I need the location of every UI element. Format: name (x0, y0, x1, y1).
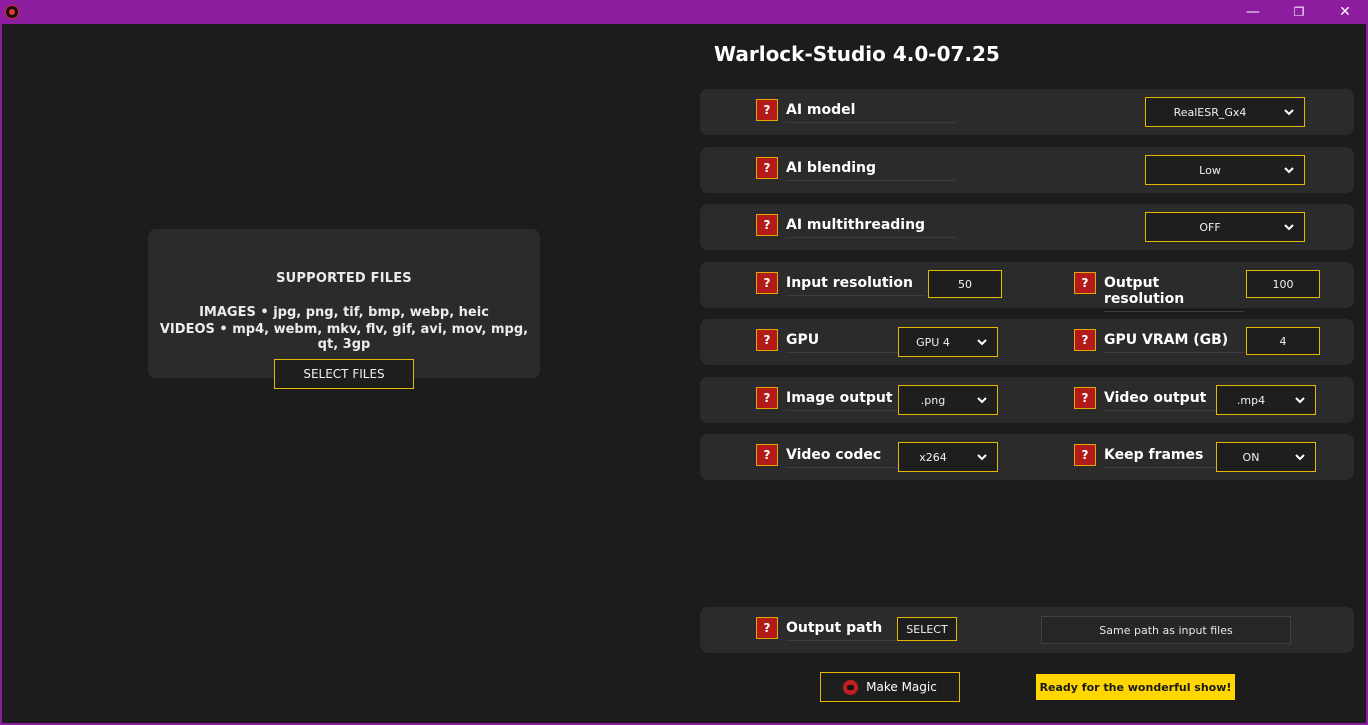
settings-row-output-path: ? Output path SELECT Same path as input … (700, 607, 1354, 653)
ai-model-label: AI model (786, 102, 956, 123)
settings-row-output-format: ? Image output .png ? Video output .mp4 (700, 377, 1354, 423)
keep-frames-label: Keep frames (1104, 447, 1216, 468)
help-video-output-button[interactable]: ? (1074, 387, 1096, 409)
help-ai-model-button[interactable]: ? (756, 99, 778, 121)
minimize-button[interactable]: — (1230, 0, 1276, 24)
maximize-button[interactable]: ❐ (1276, 0, 1322, 24)
video-output-value: .mp4 (1236, 393, 1266, 407)
settings-row-video: ? Video codec x264 ? Keep frames ON (700, 434, 1354, 480)
output-path-label: Output path (786, 620, 896, 641)
output-resolution-field[interactable]: 100 (1246, 270, 1320, 298)
input-resolution-field[interactable]: 50 (928, 270, 1002, 298)
chevron-down-icon (1280, 166, 1298, 174)
output-path-display: Same path as input files (1041, 616, 1291, 644)
supported-videos-text: VIDEOS • mp4, webm, mkv, flv, gif, avi, … (159, 322, 529, 352)
window-titlebar[interactable]: — ❐ ✕ (0, 0, 1368, 24)
ai-model-value: RealESR_Gx4 (1173, 105, 1247, 119)
make-magic-button[interactable]: Make Magic (820, 672, 960, 702)
help-ai-blending-button[interactable]: ? (756, 157, 778, 179)
video-codec-dropdown[interactable]: x264 (898, 442, 998, 472)
ai-blending-dropdown[interactable]: Low (1145, 155, 1305, 185)
chevron-down-icon (1291, 396, 1309, 404)
chevron-down-icon (973, 453, 991, 461)
settings-row-gpu: ? GPU GPU 4 ? GPU VRAM (GB) 4 (700, 319, 1354, 365)
output-resolution-label: Output resolution (1104, 275, 1244, 312)
video-output-label: Video output (1104, 390, 1216, 411)
app-title: Warlock-Studio 4.0-07.25 (714, 42, 1000, 66)
ai-multithreading-dropdown[interactable]: OFF (1145, 212, 1305, 242)
chevron-down-icon (973, 338, 991, 346)
ai-blending-value: Low (1199, 163, 1221, 177)
settings-row-resolution: ? Input resolution 50 ? Output resolutio… (700, 262, 1354, 312)
image-output-dropdown[interactable]: .png (898, 385, 998, 415)
video-codec-label: Video codec (786, 447, 906, 468)
help-gpu-vram-button[interactable]: ? (1074, 329, 1096, 351)
settings-row-ai-model: ? AI model RealESR_Gx4 (700, 89, 1354, 135)
supported-images-text: IMAGES • jpg, png, tif, bmp, webp, heic (199, 305, 489, 320)
ai-multithreading-value: OFF (1199, 220, 1221, 234)
supported-files-title: SUPPORTED FILES (276, 271, 412, 286)
help-keep-frames-button[interactable]: ? (1074, 444, 1096, 466)
chevron-down-icon (1280, 223, 1298, 231)
chevron-down-icon (973, 396, 991, 404)
ai-blending-label: AI blending (786, 160, 956, 181)
image-output-label: Image output (786, 390, 906, 411)
chevron-down-icon (1291, 453, 1309, 461)
make-magic-label: Make Magic (866, 680, 937, 694)
image-output-value: .png (920, 393, 946, 407)
gpu-vram-field[interactable]: 4 (1246, 327, 1320, 355)
ai-model-dropdown[interactable]: RealESR_Gx4 (1145, 97, 1305, 127)
warlock-logo-icon (843, 679, 859, 695)
help-image-output-button[interactable]: ? (756, 387, 778, 409)
app-logo-icon (5, 5, 19, 19)
help-video-codec-button[interactable]: ? (756, 444, 778, 466)
chevron-down-icon (1280, 108, 1298, 116)
status-message: Ready for the wonderful show! (1036, 674, 1235, 700)
video-codec-value: x264 (919, 450, 947, 464)
file-drop-zone[interactable]: SUPPORTED FILES IMAGES • jpg, png, tif, … (148, 229, 540, 378)
settings-row-ai-multithreading: ? AI multithreading OFF (700, 204, 1354, 250)
keep-frames-value: ON (1242, 450, 1260, 464)
close-button[interactable]: ✕ (1322, 0, 1368, 24)
keep-frames-dropdown[interactable]: ON (1216, 442, 1316, 472)
video-output-dropdown[interactable]: .mp4 (1216, 385, 1316, 415)
output-path-select-button[interactable]: SELECT (897, 617, 957, 641)
settings-row-ai-blending: ? AI blending Low (700, 147, 1354, 193)
gpu-value: GPU 4 (916, 335, 950, 349)
help-input-resolution-button[interactable]: ? (756, 272, 778, 294)
ai-multithreading-label: AI multithreading (786, 217, 956, 238)
help-gpu-button[interactable]: ? (756, 329, 778, 351)
gpu-dropdown[interactable]: GPU 4 (898, 327, 998, 357)
help-output-path-button[interactable]: ? (756, 617, 778, 639)
help-output-resolution-button[interactable]: ? (1074, 272, 1096, 294)
gpu-vram-label: GPU VRAM (GB) (1104, 332, 1244, 353)
select-files-button[interactable]: SELECT FILES (274, 359, 414, 389)
help-ai-multithreading-button[interactable]: ? (756, 214, 778, 236)
gpu-label: GPU (786, 332, 906, 353)
window-border-left (0, 24, 2, 725)
input-resolution-label: Input resolution (786, 275, 926, 296)
window-controls: — ❐ ✕ (1230, 0, 1368, 24)
